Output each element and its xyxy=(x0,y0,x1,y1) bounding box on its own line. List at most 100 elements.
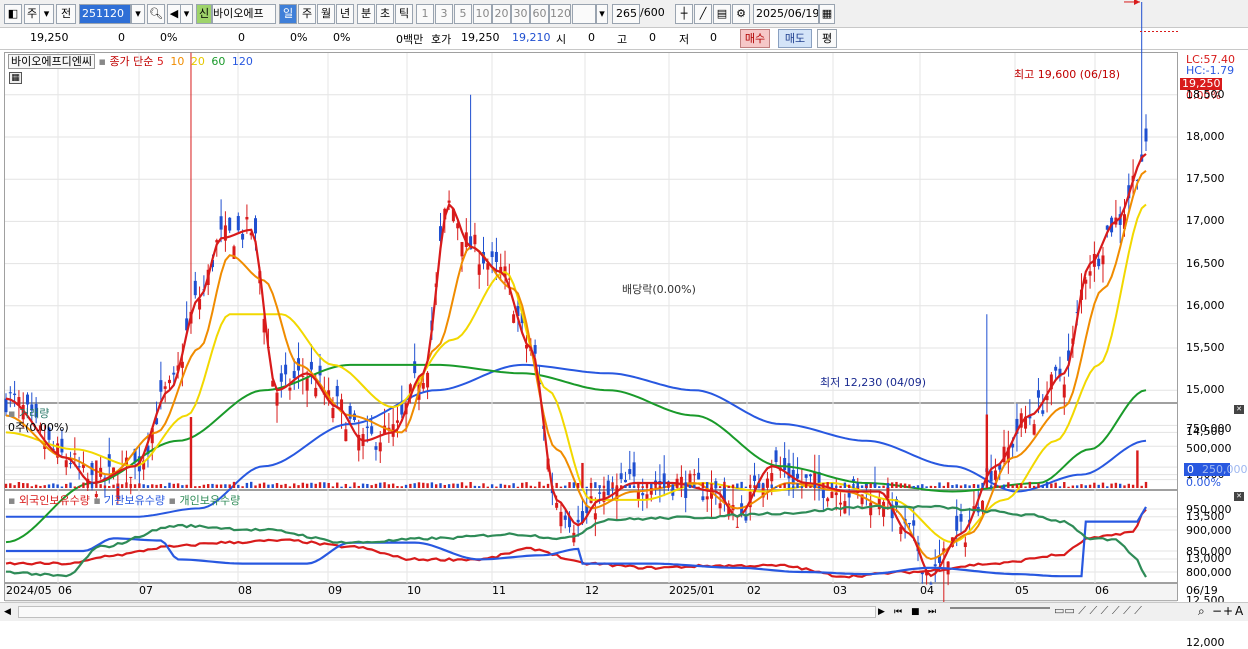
volume-bar xyxy=(633,486,635,488)
volume-bar xyxy=(775,487,777,488)
candle-body xyxy=(288,388,291,391)
volume-bar xyxy=(216,485,218,488)
volume-bar xyxy=(39,486,41,488)
candle-body xyxy=(633,462,636,476)
candle-body xyxy=(783,458,786,470)
volume-bar xyxy=(56,484,58,488)
scroll-bar: ◀ ▶ ⏮ ■ ⏭ ▭▭ ⟋ ⟋ ⟋ ⟋ ⟋ ⟋ ⌕ − + A xyxy=(0,602,1248,621)
scroll-left-icon[interactable]: ◀ xyxy=(4,605,16,619)
legend-bullet-icon: ▪ xyxy=(169,494,176,507)
scroll-right-icon[interactable]: ▶ xyxy=(878,605,890,619)
volume-bar xyxy=(990,485,992,488)
volume-bar xyxy=(263,483,265,488)
volume-bar xyxy=(994,483,996,488)
volume-bar xyxy=(801,486,803,488)
volume-bar xyxy=(448,484,450,488)
volume-bar xyxy=(327,483,329,488)
candle-body xyxy=(478,264,481,274)
stock-name-label: 바이오에프디엔씨 xyxy=(8,54,95,69)
x-label-2024-05: 2024/05 xyxy=(6,584,52,597)
volume-bar xyxy=(1119,484,1121,488)
volume-bar xyxy=(366,484,368,488)
fast-forward-icon[interactable]: ⏭ xyxy=(928,605,942,619)
legend-individual: 개인보유수량 xyxy=(179,494,240,507)
volume-bar xyxy=(534,487,536,488)
volume-tick-500k: 500,000 xyxy=(1186,442,1232,455)
volume-bar xyxy=(960,485,962,488)
volume-bar xyxy=(117,487,119,488)
rewind-icon[interactable]: ⏮ xyxy=(894,605,908,619)
volume-bar xyxy=(848,485,850,488)
ma-period-10: 10 xyxy=(170,55,184,68)
font-size-icon[interactable]: A xyxy=(1235,604,1243,618)
candle-body xyxy=(577,520,580,523)
volume-bar xyxy=(293,483,295,488)
stop-icon[interactable]: ■ xyxy=(911,605,925,619)
volume-bar xyxy=(788,484,790,488)
candle-body xyxy=(164,386,167,389)
candle-body xyxy=(736,527,739,528)
volume-bar xyxy=(190,417,192,488)
volume-bar xyxy=(87,482,89,488)
volume-bar xyxy=(444,485,446,488)
x-label-03: 03 xyxy=(833,584,847,597)
ma-period-120: 120 xyxy=(232,55,253,68)
close-icon[interactable]: ✕ xyxy=(1234,492,1244,501)
grid-table-icon[interactable]: ▦ xyxy=(9,72,22,84)
volume-bar xyxy=(65,484,67,488)
close-icon[interactable]: ✕ xyxy=(1234,405,1244,414)
candle-body xyxy=(1041,410,1044,414)
price-tick-label: 16,500 xyxy=(1186,257,1225,270)
candle-body xyxy=(60,439,63,453)
candle-body xyxy=(280,373,283,381)
volume-bar xyxy=(426,483,428,488)
volume-bar xyxy=(422,483,424,488)
volume-bar xyxy=(620,485,622,488)
x-label-12: 12 xyxy=(585,584,599,597)
volume-bar xyxy=(237,485,239,488)
candle-body xyxy=(680,477,683,483)
volume-bar xyxy=(732,485,734,488)
zoom-in-icon[interactable]: + xyxy=(1223,604,1233,618)
search-icon[interactable]: ⌕ xyxy=(1198,604,1205,619)
zoom-out-icon[interactable]: − xyxy=(1212,604,1222,618)
candle-body xyxy=(1054,367,1057,371)
volume-bar xyxy=(1140,486,1142,488)
candle-body xyxy=(159,380,162,392)
volume-bar xyxy=(938,482,940,488)
candle-body xyxy=(366,427,369,429)
volume-bar xyxy=(706,482,708,488)
candle-body xyxy=(168,380,171,383)
volume-bar xyxy=(151,484,153,488)
volume-bar xyxy=(925,486,927,488)
holding-tick-800k: 800,000 xyxy=(1186,566,1232,579)
candle-body xyxy=(981,501,984,510)
tool-icons[interactable]: ▭▭ ⟋ ⟋ ⟋ ⟋ ⟋ ⟋ xyxy=(1054,604,1142,618)
volume-bar xyxy=(246,483,248,488)
volume-bar xyxy=(680,483,682,488)
ma-label: 종가 단순 xyxy=(109,55,153,68)
volume-bar xyxy=(844,483,846,488)
scroll-track[interactable] xyxy=(18,606,876,618)
volume-bar xyxy=(203,485,205,488)
chart-canvas xyxy=(0,0,1248,621)
candle-body xyxy=(276,393,279,406)
volume-bar xyxy=(198,486,200,488)
volume-bar xyxy=(168,483,170,488)
candle-body xyxy=(241,234,244,240)
x-label-05: 05 xyxy=(1015,584,1029,597)
volume-bar xyxy=(654,482,656,488)
candle-body xyxy=(1089,271,1092,275)
volume-bar xyxy=(611,482,613,488)
volume-bar xyxy=(22,483,24,488)
volume-bar xyxy=(719,486,721,488)
x-label-02: 02 xyxy=(747,584,761,597)
x-label-04: 04 xyxy=(920,584,934,597)
zoom-slider[interactable] xyxy=(950,607,1050,617)
candle-body xyxy=(994,470,997,479)
volume-bar xyxy=(956,484,958,488)
volume-bar xyxy=(69,483,71,488)
candle-body xyxy=(641,493,644,495)
volume-bar xyxy=(555,483,557,488)
volume-bar xyxy=(1029,482,1031,488)
